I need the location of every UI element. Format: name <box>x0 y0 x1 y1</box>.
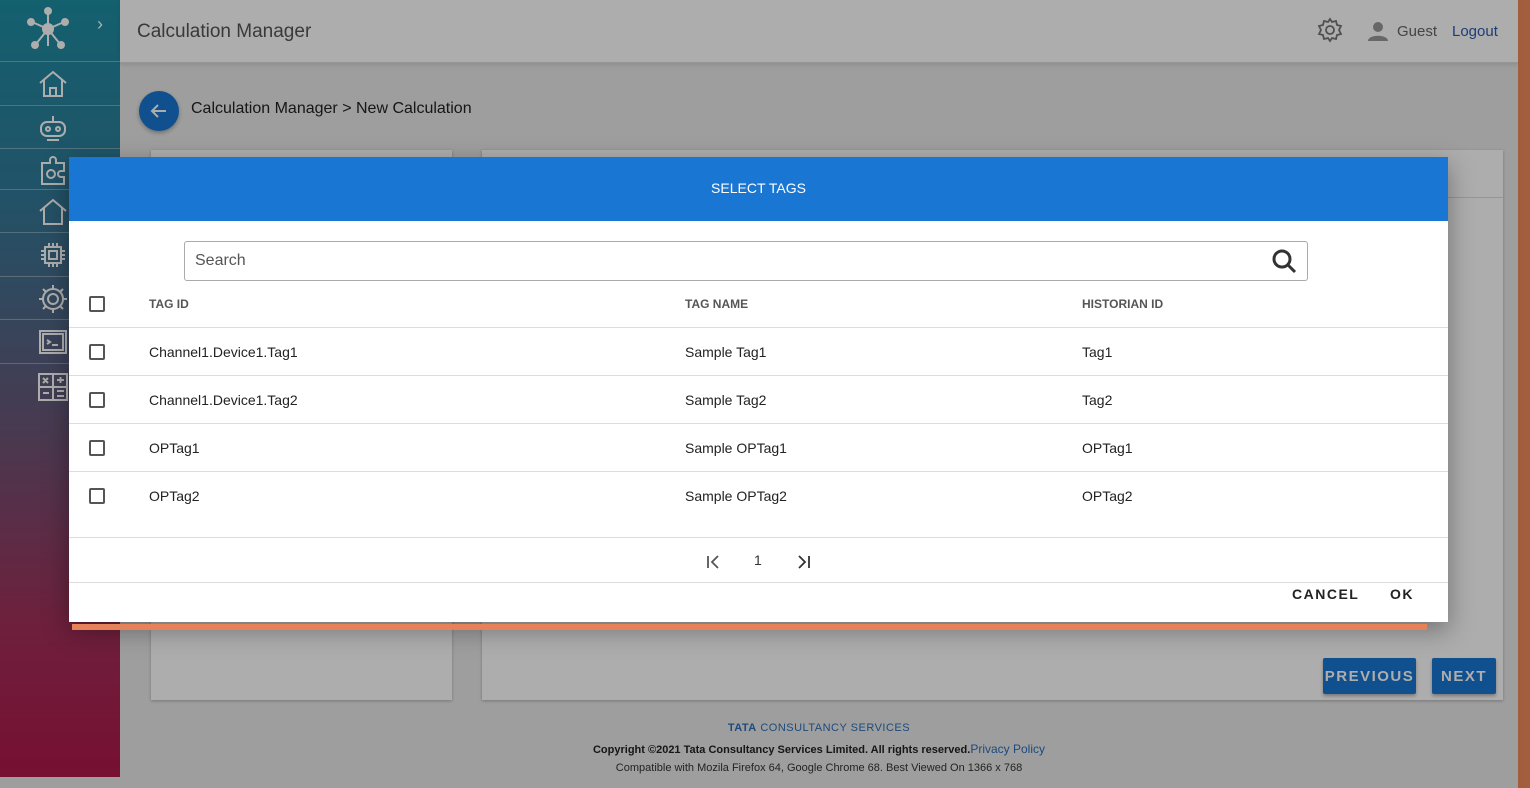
row-checkbox[interactable] <box>89 488 105 504</box>
tag-id-cell: Channel1.Device1.Tag2 <box>149 392 298 408</box>
row-checkbox[interactable] <box>89 344 105 360</box>
historian-id-cell: Tag1 <box>1082 344 1113 360</box>
first-page-icon[interactable] <box>705 554 721 570</box>
pagination: 1 <box>69 537 1448 583</box>
dialog-title: SELECT TAGS <box>711 180 806 196</box>
column-header-tag-id[interactable]: TAG ID <box>149 297 189 311</box>
dialog-accent-bar <box>72 624 1427 630</box>
row-checkbox[interactable] <box>89 440 105 456</box>
row-checkbox[interactable] <box>89 392 105 408</box>
search-input[interactable] <box>195 250 1255 272</box>
dialog-header: SELECT TAGS <box>69 157 1448 221</box>
search-box <box>184 241 1308 281</box>
table-header: TAG ID TAG NAME HISTORIAN ID <box>69 280 1448 328</box>
tag-name-cell: Sample OPTag2 <box>685 488 787 504</box>
page-number[interactable]: 1 <box>754 552 762 568</box>
historian-id-cell: OPTag1 <box>1082 440 1133 456</box>
historian-id-cell: OPTag2 <box>1082 488 1133 504</box>
table-row[interactable]: Channel1.Device1.Tag2 Sample Tag2 Tag2 <box>69 376 1448 424</box>
tag-name-cell: Sample OPTag1 <box>685 440 787 456</box>
last-page-icon[interactable] <box>796 554 812 570</box>
table-row[interactable]: OPTag1 Sample OPTag1 OPTag1 <box>69 424 1448 472</box>
ok-button[interactable]: OK <box>1390 586 1414 602</box>
tag-name-cell: Sample Tag2 <box>685 392 767 408</box>
tag-id-cell: OPTag2 <box>149 488 200 504</box>
table-row[interactable]: OPTag2 Sample OPTag2 OPTag2 <box>69 472 1448 520</box>
tag-id-cell: OPTag1 <box>149 440 200 456</box>
historian-id-cell: Tag2 <box>1082 392 1113 408</box>
table-row[interactable]: Channel1.Device1.Tag1 Sample Tag1 Tag1 <box>69 328 1448 376</box>
search-icon[interactable] <box>1271 248 1297 274</box>
tag-id-cell: Channel1.Device1.Tag1 <box>149 344 298 360</box>
column-header-historian-id[interactable]: HISTORIAN ID <box>1082 297 1163 311</box>
select-tags-dialog: SELECT TAGS TAG ID TAG NAME HISTORIAN ID… <box>69 157 1448 622</box>
select-all-checkbox[interactable] <box>89 296 105 312</box>
cancel-button[interactable]: CANCEL <box>1292 586 1359 602</box>
column-header-tag-name[interactable]: TAG NAME <box>685 297 748 311</box>
tag-name-cell: Sample Tag1 <box>685 344 767 360</box>
